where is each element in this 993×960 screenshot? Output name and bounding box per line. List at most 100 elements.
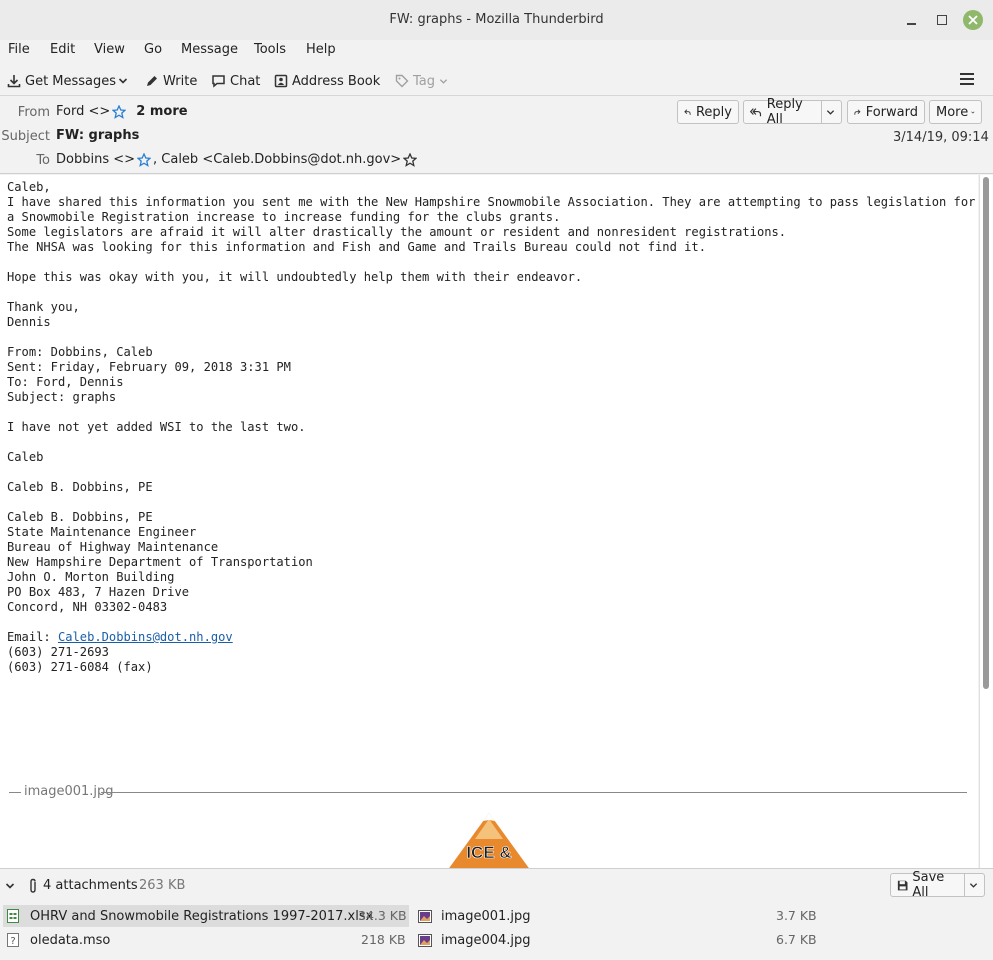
attachment-item[interactable]: image001.jpg 3.7 KB <box>418 905 818 927</box>
attachment-item[interactable]: OHRV and Snowmobile Registrations 1997-2… <box>3 905 409 927</box>
write-label: Write <box>163 73 198 89</box>
chat-button[interactable]: Chat <box>211 71 260 91</box>
close-button[interactable] <box>963 10 983 30</box>
get-messages-label: Get Messages <box>25 73 117 89</box>
menu-go[interactable]: Go <box>144 42 162 57</box>
message-scrollbar[interactable] <box>979 175 993 868</box>
attachment-name: image001.jpg <box>441 908 531 924</box>
reply-all-button[interactable]: Reply All <box>743 97 842 127</box>
spreadsheet-file-icon <box>7 909 19 923</box>
chevron-down-icon <box>826 109 835 115</box>
attachment-name: image004.jpg <box>441 932 531 948</box>
image-file-icon <box>418 933 432 947</box>
message-body: Caleb, I have shared this information yo… <box>0 175 978 868</box>
chevron-down-icon <box>439 78 448 84</box>
save-all-dropdown[interactable] <box>964 874 978 896</box>
reply-all-label: Reply All <box>766 97 803 127</box>
attachment-name: OHRV and Snowmobile Registrations 1997-2… <box>30 908 374 924</box>
forward-icon <box>854 109 861 115</box>
forward-button[interactable]: Forward <box>847 100 925 124</box>
address-book-icon <box>274 74 288 88</box>
app-menu-button[interactable] <box>960 72 975 86</box>
subject-text: FW: graphs <box>56 128 140 143</box>
menu-message[interactable]: Message <box>181 42 238 57</box>
tag-label: Tag <box>413 73 436 89</box>
attachment-count[interactable]: 4 attachments <box>43 878 138 893</box>
star-icon[interactable] <box>112 104 127 119</box>
minimize-button[interactable] <box>902 10 922 30</box>
star-icon[interactable] <box>403 152 418 167</box>
message-header: From Ford <> 2 more Reply Reply All Forw… <box>0 97 993 174</box>
to-field: Dobbins <> , Caleb <Caleb.Dobbins@dot.nh… <box>56 152 418 167</box>
message-text-tail: (603) 271-2693 (603) 271-6084 (fax) <box>7 645 153 674</box>
chat-icon <box>212 75 225 88</box>
menu-view[interactable]: View <box>94 42 125 57</box>
attachment-bar: 4 attachments 263 KB Save All <box>0 868 993 902</box>
menu-file[interactable]: File <box>8 42 30 57</box>
email-prefix: Email: <box>7 630 58 644</box>
attachment-size: 6.7 KB <box>776 932 817 947</box>
reply-all-dropdown[interactable] <box>821 101 835 123</box>
from-label: From <box>17 105 50 120</box>
scrollbar-thumb[interactable] <box>983 177 989 689</box>
title-bar: FW: graphs - Mozilla Thunderbird <box>0 0 993 40</box>
paperclip-icon <box>30 878 36 893</box>
svg-text:?: ? <box>10 936 15 947</box>
get-messages-button[interactable]: Get Messages <box>7 71 116 91</box>
star-icon[interactable] <box>137 152 152 167</box>
menu-tools[interactable]: Tools <box>254 42 286 57</box>
write-button[interactable]: Write <box>145 71 197 91</box>
attachment-size: 3.7 KB <box>776 908 817 923</box>
chat-label: Chat <box>230 73 261 89</box>
reply-button[interactable]: Reply <box>677 100 739 124</box>
subject-label: Subject <box>1 129 50 144</box>
chevron-down-icon <box>118 78 128 84</box>
main-toolbar: Get Messages Write Chat Address Book Tag <box>0 66 993 96</box>
chevron-down-icon <box>969 882 978 888</box>
unknown-file-icon: ? <box>7 933 19 947</box>
to-recipient[interactable]: Dobbins <> <box>56 152 135 167</box>
subject-field: FW: graphs <box>56 128 139 143</box>
email-link[interactable]: Caleb.Dobbins@dot.nh.gov <box>58 630 233 644</box>
save-icon <box>897 880 908 890</box>
tag-button[interactable]: Tag <box>395 71 448 91</box>
logo-icon: ICE & <box>449 813 529 868</box>
attachment-size: 218 KB <box>361 932 406 947</box>
attachment-item[interactable]: ? oledata.mso 218 KB <box>3 929 409 951</box>
logo-text: ICE & <box>466 843 511 862</box>
window-title: FW: graphs - Mozilla Thunderbird <box>389 12 604 27</box>
tag-icon <box>395 74 409 88</box>
message-text-main: Caleb, I have shared this information yo… <box>7 180 976 614</box>
more-button[interactable]: More <box>929 100 982 124</box>
image-file-icon <box>418 909 432 923</box>
message-text: Caleb, I have shared this information yo… <box>7 180 975 675</box>
attachment-total-size: 263 KB <box>139 878 186 893</box>
more-label: More <box>936 104 969 120</box>
forward-label: Forward <box>865 104 918 120</box>
message-date: 3/14/19, 09:14 <box>893 130 989 145</box>
chevron-down-icon <box>971 111 975 113</box>
reply-icon <box>684 109 691 115</box>
menu-edit[interactable]: Edit <box>50 42 75 57</box>
from-sender[interactable]: Ford <> <box>56 104 110 119</box>
pencil-icon <box>147 76 157 86</box>
maximize-button[interactable] <box>932 10 952 30</box>
attachment-name: oledata.mso <box>30 932 111 948</box>
from-field: Ford <> 2 more <box>56 104 188 119</box>
address-book-button[interactable]: Address Book <box>274 71 380 91</box>
menu-bar: File Edit View Go Message Tools Help <box>0 40 993 62</box>
menu-help[interactable]: Help <box>306 42 336 57</box>
close-icon <box>968 15 978 25</box>
save-all-label: Save All <box>912 870 945 900</box>
chevron-down-icon[interactable] <box>5 881 15 891</box>
attachment-size: 34.3 KB <box>358 908 407 923</box>
attachment-item[interactable]: image004.jpg 6.7 KB <box>418 929 818 951</box>
inline-logo-image: ICE & <box>443 811 535 868</box>
attachment-list: OHRV and Snowmobile Registrations 1997-2… <box>0 902 993 960</box>
to-recipient-second[interactable]: , Caleb <Caleb.Dobbins@dot.nh.gov> <box>153 152 401 167</box>
image-attachment-separator: image001.jpg <box>9 784 967 800</box>
more-recipients-link[interactable]: 2 more <box>136 104 187 119</box>
get-messages-dropdown[interactable] <box>118 71 128 91</box>
address-book-label: Address Book <box>292 73 381 89</box>
save-all-button[interactable]: Save All <box>890 870 985 900</box>
